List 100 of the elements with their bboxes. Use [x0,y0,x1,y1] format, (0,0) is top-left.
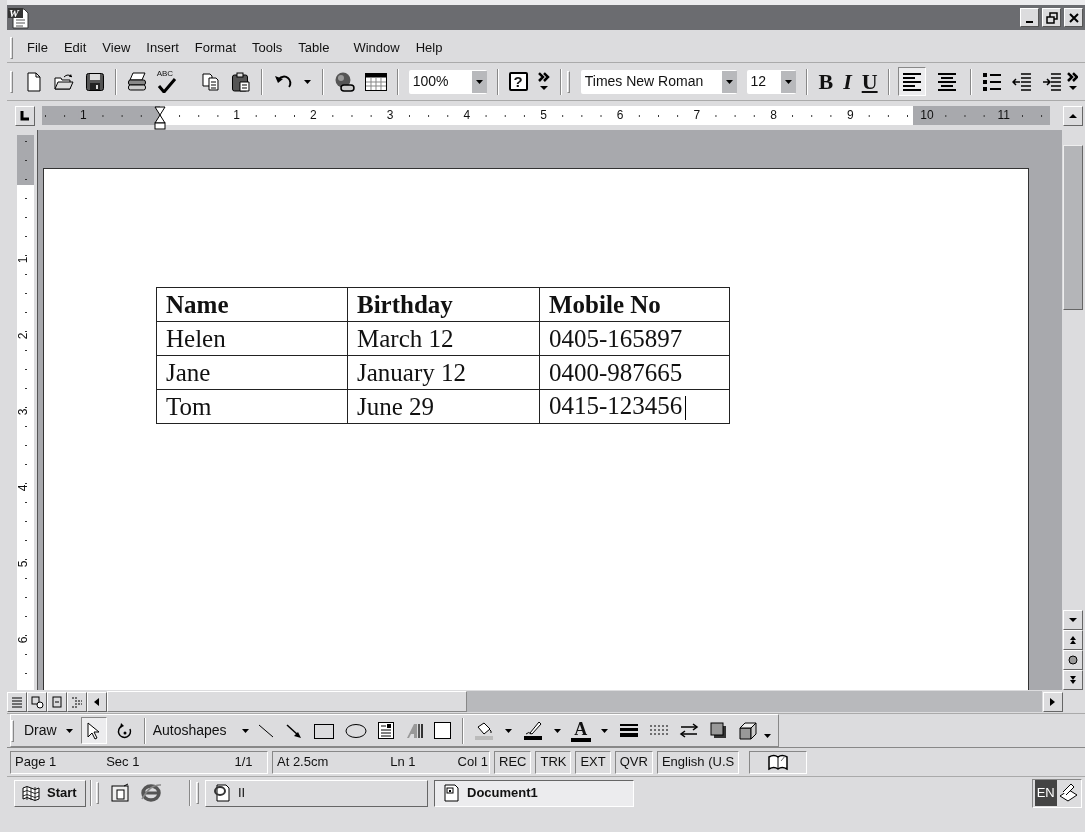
underline-button[interactable]: U [856,68,883,95]
status-text: Ln 1 [390,753,416,772]
menu-item[interactable]: Table [290,37,338,58]
pen-icon[interactable] [522,720,543,741]
text-box-icon[interactable] [376,721,395,740]
help-button[interactable]: ? [508,72,528,91]
color-bar-icon [570,737,591,742]
arrow-style-icon[interactable] [678,721,699,740]
status-text: REC [499,753,527,772]
ruler-number: 3 [17,408,30,416]
bullet-list-icon[interactable] [981,71,1002,92]
cube-icon[interactable] [737,720,758,741]
menu-item[interactable]: File [19,37,56,58]
more-buttons-icon[interactable] [1066,71,1079,92]
hyperlink-globe-icon[interactable] [333,71,355,92]
double-down-arrow-icon[interactable] [1068,675,1078,685]
column-header: Mobile No [539,287,730,322]
caret-icon[interactable] [240,727,250,736]
scroll-thumb[interactable] [1063,145,1083,310]
menu-item[interactable]: Insert [138,37,187,58]
align-center-icon[interactable] [937,71,958,92]
menu-item[interactable]: Help [407,37,451,58]
italic-button[interactable]: I [838,68,857,95]
open-folder-icon[interactable] [53,71,75,92]
taskbar-button[interactable]: Document1 [434,779,634,807]
circle-icon[interactable] [1068,655,1078,665]
scroll-up-button[interactable] [1063,105,1083,126]
table-cell: Jane [166,359,211,386]
previous-page-button[interactable] [1063,630,1083,650]
zoom-dropdown[interactable]: 100% [408,69,487,94]
indent-marker[interactable] [154,106,166,130]
font-dropdown[interactable]: Times New Roman [580,69,737,94]
ruler-number: 4 [17,484,30,492]
status-text: QVR [619,753,648,772]
caret-icon[interactable] [599,726,609,735]
layered-shape-icon[interactable] [404,721,423,740]
printer-icon[interactable] [126,71,147,92]
table-cell: January 12 [357,359,466,386]
start-button[interactable]: Start [14,779,86,807]
paste-icon[interactable] [230,71,251,92]
paint-bucket-icon[interactable] [473,720,494,741]
menu-item[interactable]: Format [186,37,244,58]
align-left-button[interactable] [897,67,927,96]
next-page-button[interactable] [1063,670,1083,690]
status-text: At 2.5cm [277,753,329,772]
dropdown-caret-icon[interactable] [302,77,312,86]
line-style-icon[interactable] [618,721,639,740]
scroll-down-button[interactable] [1063,610,1083,630]
menu-item[interactable]: Window [345,37,408,58]
open-book-icon [768,753,789,771]
oval-icon[interactable] [344,721,367,740]
arrow-icon[interactable] [284,721,303,740]
copy-icon[interactable] [200,71,221,92]
language-indicator[interactable]: EN [1034,780,1057,806]
taskbar-button[interactable]: II [205,779,428,807]
down-arrow-icon[interactable] [1068,615,1078,625]
status-text: 1/1 [234,753,253,772]
ruler-number: 6 [17,636,30,644]
square-icon[interactable] [432,721,452,740]
table-cell: March 12 [357,325,454,352]
menu-item[interactable]: Tools [244,37,291,58]
align-left-icon[interactable] [902,71,923,92]
shadow-icon[interactable] [708,721,728,740]
browser-icon[interactable] [140,782,162,804]
table-cell: June 29 [357,393,435,420]
bold-button[interactable]: B [813,68,839,95]
decrease-indent-icon[interactable] [1011,71,1032,92]
table-cell: 0400-987665 [549,359,683,386]
menu-item[interactable]: Edit [55,37,95,58]
status-text: Page 1 [15,753,57,772]
double-up-arrow-icon[interactable] [1068,635,1078,645]
checkmark-icon[interactable] [156,78,177,93]
status-text: Col 1 [457,753,488,772]
table-cell: Helen [166,325,226,352]
spelling-button[interactable]: ABC [156,70,177,93]
menu-item[interactable]: View [94,37,139,58]
save-icon[interactable] [84,71,105,92]
status-text: English (U.S [661,753,735,772]
caret-icon[interactable] [64,727,74,736]
caret-icon[interactable] [503,726,513,735]
caret-icon[interactable] [552,726,562,735]
font-size-dropdown[interactable]: 12 [746,69,797,94]
caret-icon[interactable] [762,731,772,740]
new-document-icon[interactable] [24,71,44,92]
desktop-icon[interactable] [110,783,130,803]
document-icon [441,783,461,803]
column-header: Birthday [347,287,540,322]
rectangle-icon[interactable] [312,721,335,740]
more-buttons-icon[interactable] [537,71,550,92]
increase-indent-icon[interactable] [1041,71,1062,92]
spelling-label: ABC [156,70,174,78]
draw-menu-button[interactable]: Draw [20,720,78,741]
select-objects-button[interactable] [80,717,108,744]
table-grid-icon[interactable] [364,71,387,92]
table-cell: 0415-123456 [549,391,683,419]
table-cell: 0405-165897 [549,325,683,352]
rotate-icon[interactable] [115,721,134,740]
autoshapes-menu-button[interactable]: Autoshapes [150,720,252,741]
status-text: EXT [580,753,606,772]
select-browse-object-button[interactable] [1063,650,1083,670]
